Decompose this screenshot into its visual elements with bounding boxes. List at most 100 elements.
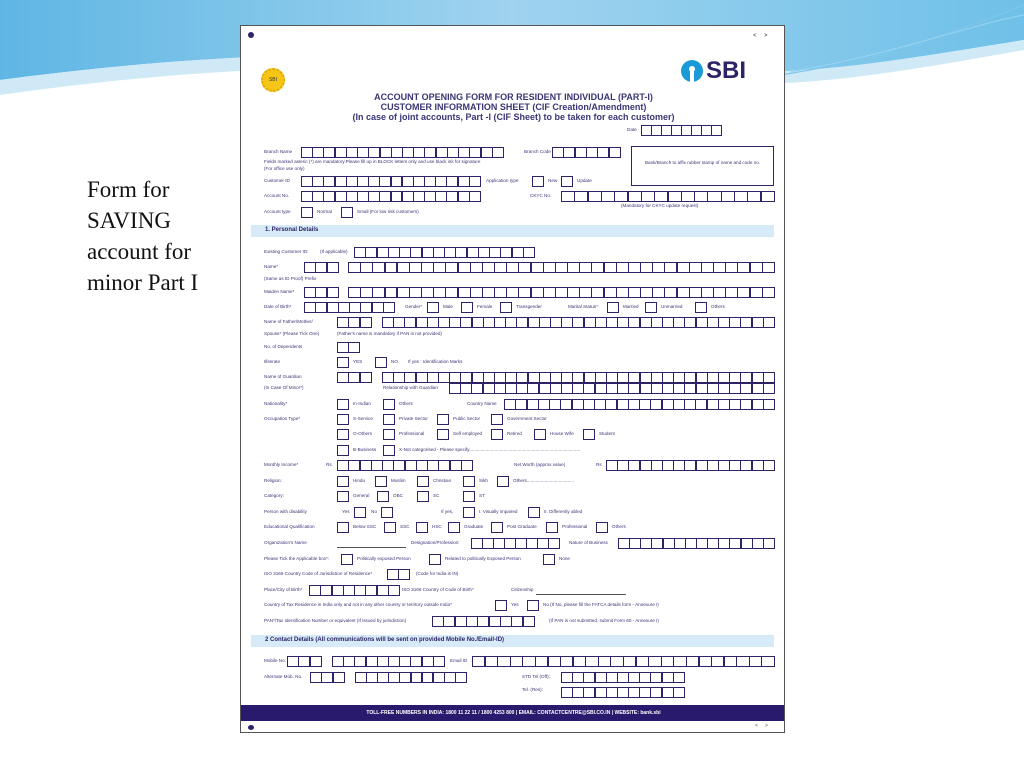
dob-char-box[interactable]: [349, 301, 362, 313]
maiden-name-char-box[interactable]: [579, 286, 593, 298]
next-page-button[interactable]: >: [765, 723, 768, 729]
option-transgender-checkbox[interactable]: [500, 301, 513, 313]
monthly-income-char-box[interactable]: [427, 459, 440, 471]
option-general-checkbox[interactable]: [337, 490, 350, 502]
dob-char-box[interactable]: [337, 301, 350, 313]
relationship-char-box[interactable]: [493, 382, 506, 394]
maiden-prefix-char-box[interactable]: [304, 286, 317, 298]
prev-page-button[interactable]: <: [753, 33, 757, 39]
maiden-name-char-box[interactable]: [530, 286, 544, 298]
relationship-char-box[interactable]: [628, 382, 641, 394]
account-no-char-box[interactable]: [345, 190, 358, 202]
branch-code-char-box[interactable]: [563, 146, 576, 158]
branch-code-char-box[interactable]: [574, 146, 587, 158]
ckyc-char-box[interactable]: [707, 190, 722, 202]
std-off-char-box[interactable]: [583, 671, 596, 683]
maiden-name-char-box[interactable]: [603, 286, 617, 298]
guardian-name-char-box[interactable]: [527, 371, 540, 383]
option-unmarried-checkbox[interactable]: [645, 301, 658, 313]
guardian-name-char-box[interactable]: [762, 371, 775, 383]
country-name-char-box[interactable]: [526, 398, 539, 410]
guardian-name-char-box[interactable]: [751, 371, 764, 383]
guardian-name-char-box[interactable]: [550, 371, 562, 383]
guardian-name-char-box[interactable]: [382, 371, 394, 383]
existing-customer-id-char-box[interactable]: [477, 246, 490, 258]
father-name-char-box[interactable]: [650, 316, 663, 328]
tel-res-char-box[interactable]: [672, 686, 685, 698]
nature-of-business-char-box[interactable]: [640, 537, 653, 549]
existing-customer-id-char-box[interactable]: [354, 246, 367, 258]
father-name-char-box[interactable]: [751, 316, 764, 328]
country-name-char-box[interactable]: [706, 398, 719, 410]
option-graduate-checkbox[interactable]: [448, 521, 461, 533]
ckyc-char-box[interactable]: [720, 190, 735, 202]
monthly-income-char-box[interactable]: [337, 459, 350, 471]
option-b-business-checkbox[interactable]: [337, 444, 350, 456]
ckyc-char-box[interactable]: [640, 190, 655, 202]
option-related-pep-checkbox[interactable]: [429, 553, 442, 565]
net-worth-char-box[interactable]: [673, 459, 686, 471]
email-char-box[interactable]: [723, 655, 738, 667]
net-worth-char-box[interactable]: [695, 459, 708, 471]
option-hsc-checkbox[interactable]: [416, 521, 429, 533]
country-name-char-box[interactable]: [639, 398, 652, 410]
monthly-income-char-box[interactable]: [415, 459, 428, 471]
alt-mobile-char-box[interactable]: [421, 671, 434, 683]
option-st-checkbox[interactable]: [463, 490, 476, 502]
name-char-box[interactable]: [640, 261, 654, 273]
monthly-income-char-box[interactable]: [382, 459, 395, 471]
alt-mobile-char-box[interactable]: [443, 671, 456, 683]
account-no-char-box[interactable]: [457, 190, 470, 202]
email-char-box[interactable]: [648, 655, 662, 667]
mobile-code-char-box[interactable]: [287, 655, 300, 667]
option-public-checkbox[interactable]: [437, 413, 450, 425]
guardian-name-char-box[interactable]: [449, 371, 462, 383]
alt-mobile-char-box[interactable]: [410, 671, 423, 683]
maiden-name-char-box[interactable]: [408, 286, 422, 298]
relationship-char-box[interactable]: [605, 382, 618, 394]
relationship-char-box[interactable]: [527, 382, 540, 394]
guardian-name-char-box[interactable]: [706, 371, 719, 383]
ckyc-char-box[interactable]: [574, 190, 589, 202]
country-name-char-box[interactable]: [684, 398, 697, 410]
option-edu-others-checkbox[interactable]: [596, 521, 609, 533]
relationship-char-box[interactable]: [740, 382, 753, 394]
country-name-char-box[interactable]: [661, 398, 674, 410]
net-worth-char-box[interactable]: [650, 459, 663, 471]
name-char-box[interactable]: [603, 261, 617, 273]
option-visually-checkbox[interactable]: [463, 506, 476, 518]
dob-char-box[interactable]: [326, 301, 339, 313]
country-name-char-box[interactable]: [627, 398, 640, 410]
ckyc-char-box[interactable]: [747, 190, 762, 202]
branch-name-char-box[interactable]: [357, 146, 370, 158]
maiden-name-char-box[interactable]: [615, 286, 629, 298]
dob-char-box[interactable]: [382, 301, 395, 313]
customer-id-char-box[interactable]: [301, 175, 313, 187]
name-char-box[interactable]: [542, 261, 556, 273]
monthly-income-char-box[interactable]: [438, 459, 451, 471]
alt-mobile-char-box[interactable]: [399, 671, 412, 683]
relationship-char-box[interactable]: [706, 382, 719, 394]
country-name-char-box[interactable]: [515, 398, 528, 410]
name-char-box[interactable]: [457, 261, 471, 273]
guardian-name-char-box[interactable]: [505, 371, 518, 383]
country-name-char-box[interactable]: [740, 398, 753, 410]
customer-id-char-box[interactable]: [446, 175, 459, 187]
relationship-char-box[interactable]: [516, 382, 529, 394]
maiden-name-char-box[interactable]: [737, 286, 751, 298]
pan-char-box[interactable]: [466, 615, 479, 627]
nature-of-business-char-box[interactable]: [740, 537, 753, 549]
place-of-birth-char-box[interactable]: [376, 584, 389, 596]
maiden-prefix-char-box[interactable]: [326, 286, 339, 298]
guardian-prefix-char-box[interactable]: [359, 371, 372, 383]
mobile-char-box[interactable]: [410, 655, 423, 667]
name-char-box[interactable]: [737, 261, 751, 273]
mobile-char-box[interactable]: [332, 655, 344, 667]
guardian-name-char-box[interactable]: [684, 371, 697, 383]
relationship-char-box[interactable]: [482, 382, 495, 394]
net-worth-char-box[interactable]: [718, 459, 730, 471]
tel-res-char-box[interactable]: [572, 686, 585, 698]
guardian-name-char-box[interactable]: [426, 371, 439, 383]
country-name-char-box[interactable]: [560, 398, 573, 410]
father-name-char-box[interactable]: [382, 316, 394, 328]
